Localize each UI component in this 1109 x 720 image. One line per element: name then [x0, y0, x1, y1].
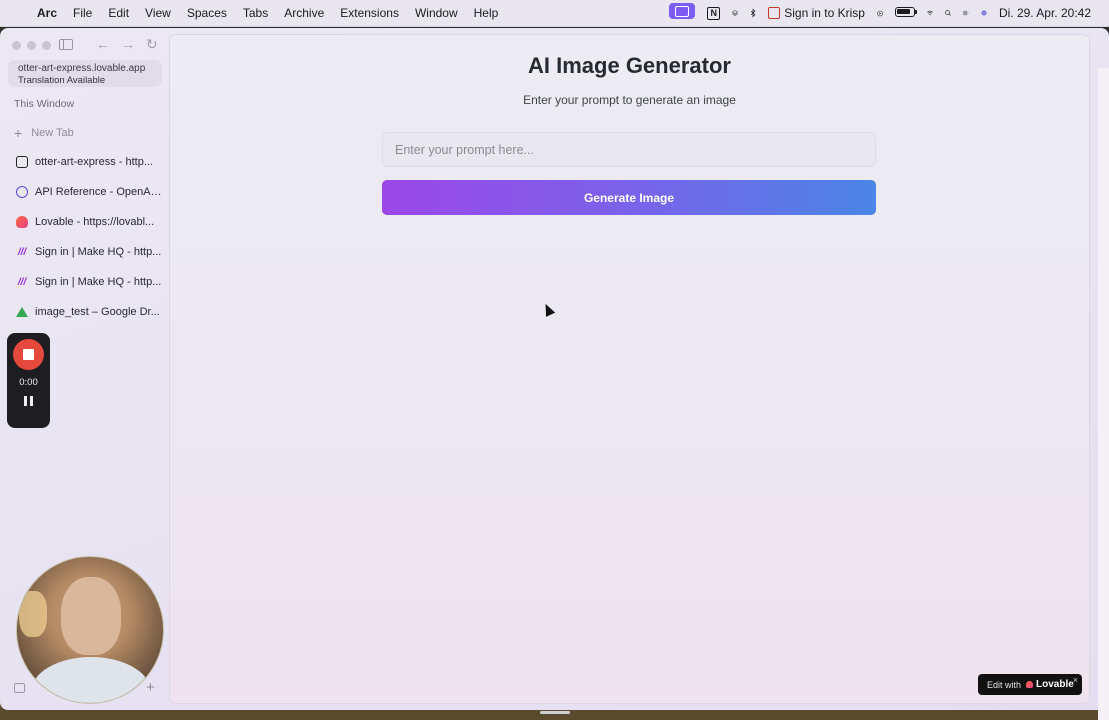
tab-make-hq-1[interactable]: /// Sign in | Make HQ - http...: [8, 237, 162, 267]
search-icon[interactable]: [939, 6, 957, 20]
openai-icon: [16, 186, 28, 198]
menubar-clock[interactable]: Di. 29. Apr. 20:42: [993, 0, 1097, 27]
tab-label: Sign in | Make HQ - http...: [35, 276, 162, 288]
krisp-signin[interactable]: Sign in to Krisp: [762, 0, 871, 27]
page-title: AI Image Generator: [528, 53, 731, 78]
presenter-shirt: [31, 657, 151, 703]
recording-timer: 0:00: [19, 377, 38, 388]
make-icon: ///: [17, 246, 27, 258]
webcam-bubble[interactable]: [16, 556, 164, 704]
section-label-this-window: This Window: [14, 98, 75, 110]
minimize-window-button[interactable]: [27, 41, 36, 50]
menu-app-name[interactable]: Arc: [29, 0, 65, 27]
back-arrow-icon[interactable]: ←: [96, 36, 110, 52]
archive-icon[interactable]: [14, 683, 25, 693]
window-controls: [12, 41, 51, 50]
screen-recorder-tray-icon[interactable]: [669, 3, 696, 19]
close-window-button[interactable]: [12, 41, 21, 50]
menu-edit[interactable]: Edit: [100, 0, 137, 27]
translation-available-text[interactable]: Translation Available: [18, 75, 152, 87]
web-content: AI Image Generator Enter your prompt to …: [170, 35, 1089, 703]
recording-widget: 0:00: [7, 333, 50, 428]
tab-label: Sign in | Make HQ - http...: [35, 246, 162, 258]
tab-label: API Reference - OpenAI...: [35, 186, 162, 198]
generate-image-button[interactable]: Generate Image: [382, 180, 876, 215]
sidebar: ← → ↻ otter-art-express.lovable.app Tran…: [0, 28, 168, 710]
menu-spaces[interactable]: Spaces: [179, 0, 235, 27]
presenter-face: [61, 577, 121, 655]
stop-recording-button[interactable]: [13, 339, 44, 370]
sidebar-toggle-icon[interactable]: [59, 39, 73, 50]
url-bar[interactable]: otter-art-express.lovable.app Translatio…: [8, 60, 162, 87]
new-tab-label: New Tab: [31, 127, 74, 139]
tab-make-hq-2[interactable]: /// Sign in | Make HQ - http...: [8, 267, 162, 297]
github-icon: [16, 156, 28, 168]
battery-icon[interactable]: [894, 6, 917, 17]
tab-otter-art-express[interactable]: otter-art-express - http...: [8, 147, 162, 177]
krisp-icon: [768, 7, 781, 20]
add-space-icon[interactable]: +: [146, 679, 155, 696]
menu-window[interactable]: Window: [407, 0, 466, 27]
menu-extensions[interactable]: Extensions: [332, 0, 407, 27]
plus-icon: +: [14, 125, 23, 141]
reload-icon[interactable]: ↻: [146, 36, 158, 53]
notion-tray-icon[interactable]: N: [707, 6, 721, 20]
page-subtitle: Enter your prompt to generate an image: [523, 93, 736, 107]
menu-bar: Arc File Edit View Spaces Tabs Archive E…: [0, 0, 1109, 27]
edit-with-label: Edit with: [987, 679, 1022, 690]
edit-with-lovable-badge[interactable]: Edit with Lovable ×: [978, 674, 1082, 695]
background-lamp: [19, 591, 47, 637]
close-icon[interactable]: ×: [1073, 675, 1078, 685]
lovable-icon: [16, 216, 28, 228]
tab-label: otter-art-express - http...: [35, 156, 153, 168]
prompt-input[interactable]: [382, 132, 876, 167]
play-circle-icon[interactable]: [871, 6, 889, 20]
tab-label: Lovable - https://lovabl...: [35, 216, 155, 228]
lovable-brand: Lovable: [1036, 679, 1074, 690]
google-drive-icon: [16, 307, 28, 317]
layers-tray-icon[interactable]: [726, 6, 744, 20]
siri-icon[interactable]: [975, 6, 993, 20]
tab-list: otter-art-express - http... API Referenc…: [8, 147, 162, 327]
control-center-icon[interactable]: [957, 6, 975, 20]
arc-browser-window: ← → ↻ otter-art-express.lovable.app Tran…: [0, 28, 1109, 720]
menu-file[interactable]: File: [65, 0, 100, 27]
dock-handle: [540, 711, 570, 714]
menu-view[interactable]: View: [137, 0, 179, 27]
wifi-icon[interactable]: [921, 6, 939, 20]
pause-icon[interactable]: [24, 396, 33, 406]
lovable-heart-icon: [1026, 681, 1034, 688]
krisp-label: Sign in to Krisp: [784, 5, 865, 20]
menu-tabs[interactable]: Tabs: [235, 0, 276, 27]
tab-openai-api-reference[interactable]: API Reference - OpenAI...: [8, 177, 162, 207]
make-icon: ///: [17, 276, 27, 288]
menu-archive[interactable]: Archive: [276, 0, 332, 27]
window-edge: [1098, 68, 1109, 720]
forward-arrow-icon[interactable]: →: [121, 36, 135, 52]
new-tab-button[interactable]: + New Tab: [14, 125, 74, 141]
tab-label: image_test – Google Dr...: [35, 306, 160, 318]
zoom-window-button[interactable]: [42, 41, 51, 50]
bluetooth-icon[interactable]: [744, 6, 762, 20]
menu-help[interactable]: Help: [466, 0, 507, 27]
tab-google-drive[interactable]: image_test – Google Dr...: [8, 297, 162, 327]
tab-lovable[interactable]: Lovable - https://lovabl...: [8, 207, 162, 237]
url-text: otter-art-express.lovable.app: [18, 63, 146, 74]
